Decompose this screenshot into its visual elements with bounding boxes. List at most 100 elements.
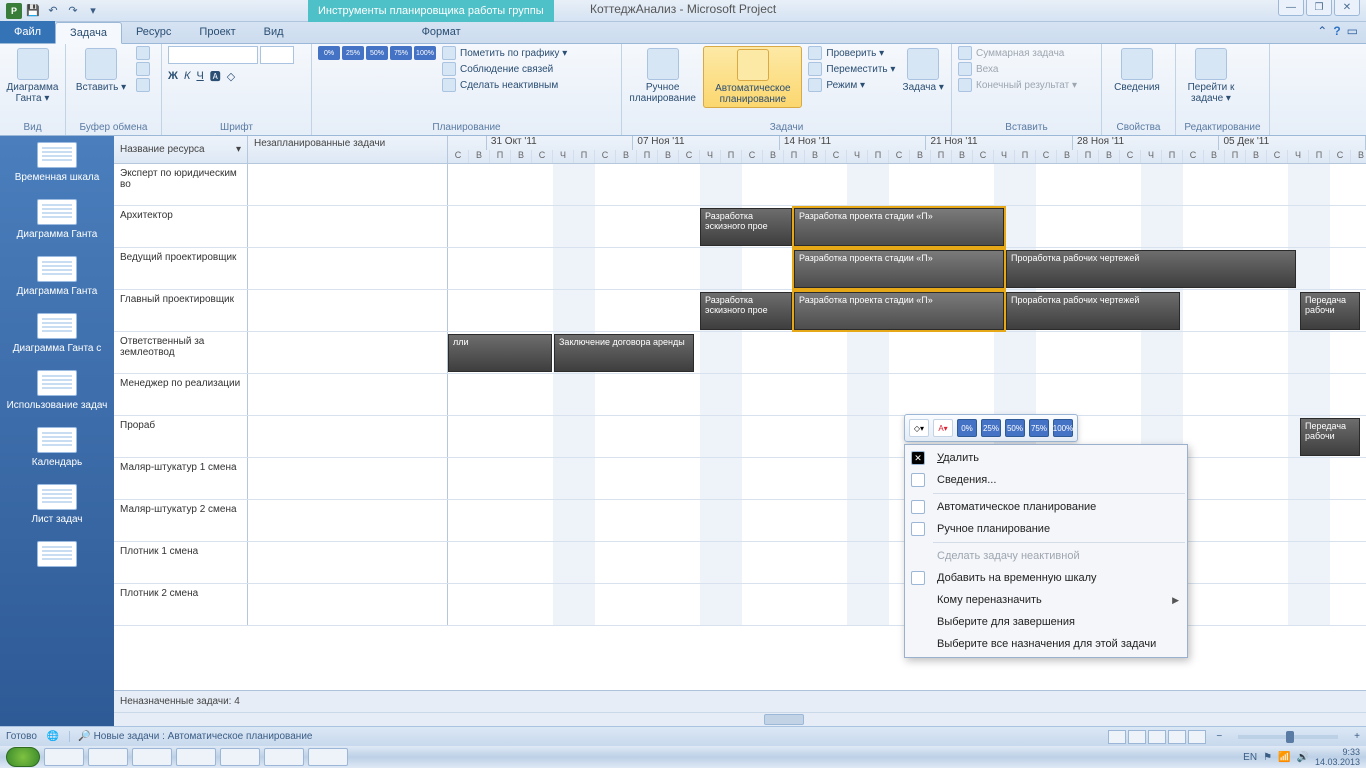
resource-row[interactable]: Ответственный за землеотводллиЗаключение… [114,332,1366,374]
task-bar[interactable]: Разработка эскизного прое [700,292,792,330]
taskbar-app-pdf[interactable] [264,748,304,766]
tab-file[interactable]: Файл [0,21,55,43]
respect-links-button[interactable]: Соблюдение связей [442,62,567,76]
filter-icon[interactable]: ▾ [236,144,241,155]
format-painter-icon[interactable] [136,78,150,92]
ctx-select-all-assignments[interactable]: Выберите все назначения для этой задачи [905,633,1187,655]
tab-format[interactable]: Формат [408,21,475,43]
zoom-slider[interactable] [1238,735,1338,739]
deliverable-button[interactable]: Конечный результат ▾ [958,78,1077,92]
task-bar[interactable]: Заключение договора аренды [554,334,694,372]
tab-task[interactable]: Задача [55,22,122,44]
bold-button[interactable]: Ж [168,70,178,82]
resource-row[interactable]: Эксперт по юридическим во [114,164,1366,206]
ctx-information[interactable]: Сведения... [905,469,1187,491]
view-task-usage[interactable]: Использование задач [0,364,114,421]
summary-task-button[interactable]: Суммарная задача [958,46,1077,60]
cut-icon[interactable] [136,46,150,60]
qat-more-icon[interactable]: ▾ [84,2,102,20]
inspect-button[interactable]: Проверить ▾ [808,46,895,60]
italic-button[interactable]: К [184,70,190,82]
tab-view[interactable]: Вид [250,21,298,43]
mode-button[interactable]: Режим ▾ [808,78,895,92]
undo-icon[interactable]: ↶ [44,2,62,20]
tray-network-icon[interactable]: 📶 [1278,752,1290,763]
task-bar[interactable]: Разработка проекта стадии «П» [794,250,1004,288]
fill-color-button[interactable]: ◇ [227,70,235,83]
unassigned-tasks-bar[interactable]: Неназначенные задачи: 4 [114,690,1366,712]
view-calendar[interactable]: Календарь [0,421,114,478]
ctx-auto-schedule[interactable]: Автоматическое планирование [905,496,1187,518]
task-bar[interactable]: Проработка рабочих чертежей [1006,292,1180,330]
zoom-out-icon[interactable]: − [1216,731,1222,742]
taskbar-app-ppt[interactable] [176,748,216,766]
view-gantt-1[interactable]: Диаграмма Ганта [0,193,114,250]
view-task-sheet[interactable]: Лист задач [0,478,114,535]
move-button[interactable]: Переместить ▾ [808,62,895,76]
taskbar-app-project[interactable] [308,748,348,766]
mini-pct-25[interactable]: 25% [981,419,1001,437]
col-unscheduled[interactable]: Незапланированные задачи [248,136,448,163]
collapse-ribbon-icon[interactable]: ⌃ [1317,24,1327,38]
make-inactive-button[interactable]: Сделать неактивным [442,78,567,92]
task-bar[interactable]: Разработка эскизного прое [700,208,792,246]
help-icon[interactable]: ? [1333,24,1340,38]
horizontal-scrollbar[interactable] [114,712,1366,726]
tab-resource[interactable]: Ресурс [122,21,185,43]
col-resource-name[interactable]: Название ресурса [120,144,205,155]
tray-lang[interactable]: EN [1243,752,1257,763]
paste-button[interactable]: Вставить ▾ [72,46,130,93]
auto-schedule-button[interactable]: Автоматическое планирование [703,46,802,108]
scrollbar-thumb[interactable] [764,714,804,725]
ctx-reassign[interactable]: Кому переназначить▶ [905,589,1187,611]
scroll-to-task-button[interactable]: Перейти к задаче ▾ [1182,46,1240,104]
font-color-button[interactable]: 🅰 [210,68,221,84]
resource-row[interactable]: Менеджер по реализации [114,374,1366,416]
mini-font-color-icon[interactable]: A▾ [933,419,953,437]
view-shortcuts[interactable] [1108,730,1206,744]
minimize-button[interactable]: — [1278,0,1304,16]
timeline-header[interactable]: 31 Окт '1107 Ноя '1114 Ноя '1121 Ноя '11… [448,136,1366,163]
ctx-add-to-timeline[interactable]: Добавить на временную шкалу [905,567,1187,589]
mark-on-track-button[interactable]: Пометить по графику ▾ [442,46,567,60]
view-more[interactable] [0,535,114,581]
font-size-select[interactable] [260,46,294,64]
task-button[interactable]: Задача ▾ [901,46,945,93]
task-bar[interactable]: Разработка проекта стадии «П» [794,292,1004,330]
information-button[interactable]: Сведения [1108,46,1166,93]
mini-pct-0[interactable]: 0% [957,419,977,437]
tab-project[interactable]: Проект [185,21,249,43]
tray-volume-icon[interactable]: 🔊 [1297,752,1309,763]
ctx-delete[interactable]: ✕УУдалитьдалить [905,447,1187,469]
start-button[interactable] [6,747,40,767]
task-bar[interactable]: Разработка проекта стадии «П» [794,208,1004,246]
copy-icon[interactable] [136,62,150,76]
font-family-select[interactable] [168,46,258,64]
status-macro-icon[interactable]: 🌐 [47,731,59,742]
mini-pct-50[interactable]: 50% [1005,419,1025,437]
task-bar[interactable]: Передача рабочи [1300,292,1360,330]
task-bar[interactable]: Передача рабочи [1300,418,1360,456]
resource-row[interactable]: Ведущий проектировщикРазработка проекта … [114,248,1366,290]
view-timeline[interactable]: Временная шкала [0,136,114,193]
tray-flag-icon[interactable]: ⚑ [1263,752,1272,763]
redo-icon[interactable]: ↷ [64,2,82,20]
taskbar-app-ie[interactable] [44,748,84,766]
view-gantt-tracking[interactable]: Диаграмма Ганта с [0,307,114,364]
underline-button[interactable]: Ч [196,70,203,82]
resource-row[interactable]: Главный проектировщикРазработка эскизног… [114,290,1366,332]
taskbar-app-word[interactable] [220,748,260,766]
window-options-icon[interactable]: ▭ [1347,24,1358,38]
milestone-button[interactable]: Веха [958,62,1077,76]
mini-pct-100[interactable]: 100% [1053,419,1073,437]
close-button[interactable]: ✕ [1334,0,1360,16]
ctx-manual-schedule[interactable]: Ручное планирование [905,518,1187,540]
task-bar[interactable]: лли [448,334,552,372]
tray-clock[interactable]: 9:3314.03.2013 [1315,747,1360,767]
taskbar-app-explorer[interactable] [88,748,128,766]
save-icon[interactable]: 💾 [24,2,42,20]
mini-fill-color-icon[interactable]: ◇▾ [909,419,929,437]
ctx-select-complete[interactable]: Выберите для завершения [905,611,1187,633]
percent-complete-buttons[interactable]: 0%25%50%75%100% [318,46,436,60]
zoom-in-icon[interactable]: + [1354,731,1360,742]
